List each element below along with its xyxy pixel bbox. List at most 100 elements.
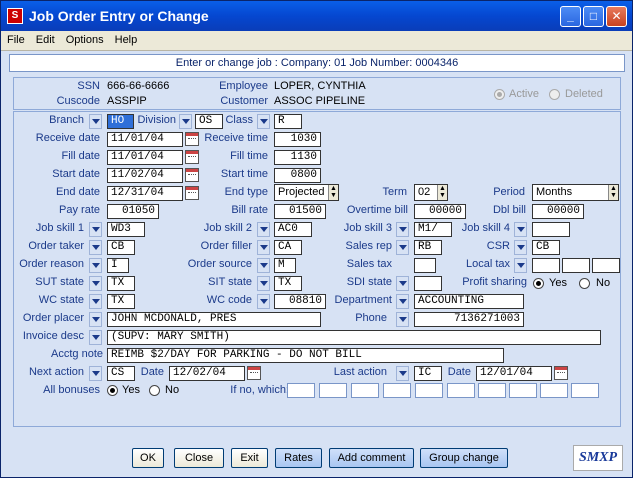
order-source-field[interactable]: M <box>274 258 296 273</box>
all-bonuses-no-radio[interactable] <box>149 385 160 396</box>
receive-date-calendar-icon[interactable] <box>185 132 199 146</box>
end-type-select[interactable]: Projected ▲ ▼ <box>274 184 339 201</box>
order-filler-field[interactable]: CA <box>274 240 302 255</box>
spinner-icon[interactable]: ▲ ▼ <box>608 185 618 200</box>
pay-rate-field[interactable]: 01050 <box>107 204 159 219</box>
job-skill4-field[interactable] <box>532 222 570 237</box>
menu-file[interactable]: File <box>1 31 30 46</box>
last-action-field[interactable]: IC <box>414 366 442 381</box>
start-date-calendar-icon[interactable] <box>185 168 199 182</box>
phone-dropdown[interactable] <box>396 312 409 327</box>
menu-edit[interactable]: Edit <box>30 31 60 46</box>
bonus-field-2[interactable] <box>319 383 347 398</box>
profit-sharing-no-radio[interactable] <box>579 278 590 289</box>
period-select[interactable]: Months ▲ ▼ <box>532 184 619 201</box>
local-tax-field-3[interactable] <box>592 258 620 273</box>
menu-options[interactable]: Options <box>60 31 109 46</box>
invoice-desc-field[interactable]: (SUPV: MARY SMITH) <box>107 330 601 345</box>
ok-button[interactable]: OK <box>132 448 164 468</box>
dbl-bill-field[interactable]: 00000 <box>532 204 584 219</box>
division-dropdown[interactable] <box>179 114 192 129</box>
bonus-field-5[interactable] <box>415 383 443 398</box>
wc-state-field[interactable]: TX <box>107 294 135 309</box>
local-tax-dropdown[interactable] <box>514 258 527 273</box>
bonus-field-4[interactable] <box>383 383 411 398</box>
order-taker-dropdown[interactable] <box>89 240 102 255</box>
active-radio[interactable] <box>494 89 505 100</box>
division-field[interactable]: OS <box>195 114 223 129</box>
start-time-field[interactable]: 0800 <box>274 168 321 183</box>
last-date-calendar-icon[interactable] <box>554 366 568 380</box>
class-field[interactable]: R <box>274 114 302 129</box>
job-skill2-dropdown[interactable] <box>257 222 270 237</box>
spinner-icon[interactable]: ▲ ▼ <box>328 185 338 200</box>
sdi-state-field[interactable] <box>414 276 442 291</box>
last-action-dropdown[interactable] <box>396 366 409 381</box>
close-button[interactable]: Close <box>174 448 224 468</box>
department-dropdown[interactable] <box>396 294 409 309</box>
all-bonuses-yes-radio[interactable] <box>107 385 118 396</box>
csr-dropdown[interactable] <box>514 240 527 255</box>
bonus-field-10[interactable] <box>571 383 599 398</box>
next-date-calendar-icon[interactable] <box>247 366 261 380</box>
local-tax-field-1[interactable] <box>532 258 560 273</box>
sut-state-dropdown[interactable] <box>89 276 102 291</box>
sit-state-field[interactable]: TX <box>274 276 302 291</box>
job-skill1-field[interactable]: WD3 <box>107 222 145 237</box>
bonus-field-6[interactable] <box>447 383 475 398</box>
order-placer-dropdown[interactable] <box>89 312 102 327</box>
sut-state-field[interactable]: TX <box>107 276 135 291</box>
bill-rate-field[interactable]: 01500 <box>274 204 326 219</box>
branch-dropdown[interactable] <box>89 114 102 129</box>
group-change-button[interactable]: Group change <box>420 448 508 468</box>
csr-field[interactable]: CB <box>532 240 560 255</box>
deleted-radio[interactable] <box>549 89 560 100</box>
bonus-field-3[interactable] <box>351 383 379 398</box>
invoice-desc-dropdown[interactable] <box>89 330 102 345</box>
job-skill3-field[interactable]: M1/ <box>414 222 452 237</box>
wc-code-field[interactable]: 08810 <box>274 294 326 309</box>
department-field[interactable]: ACCOUNTING <box>414 294 524 309</box>
end-date-field[interactable]: 12/31/04 <box>107 186 183 201</box>
job-skill4-dropdown[interactable] <box>514 222 527 237</box>
bonus-field-9[interactable] <box>540 383 568 398</box>
menu-help[interactable]: Help <box>109 31 143 46</box>
job-skill3-dropdown[interactable] <box>396 222 409 237</box>
order-source-dropdown[interactable] <box>257 258 270 273</box>
rates-button[interactable]: Rates <box>275 448 322 468</box>
close-window-button[interactable]: ✕ <box>606 6 627 27</box>
order-filler-dropdown[interactable] <box>257 240 270 255</box>
job-skill1-dropdown[interactable] <box>89 222 102 237</box>
end-date-calendar-icon[interactable] <box>185 186 199 200</box>
minimize-button[interactable]: _ <box>560 6 581 27</box>
bonus-field-7[interactable] <box>478 383 506 398</box>
acctg-note-field[interactable]: REIMB $2/DAY FOR PARKING - DO NOT BILL <box>107 348 504 363</box>
term-spinner[interactable]: 02 ▲ ▼ <box>414 184 448 201</box>
order-placer-field[interactable]: JOHN MCDONALD, PRES <box>107 312 321 327</box>
sales-tax-field[interactable] <box>414 258 436 273</box>
sales-rep-field[interactable]: RB <box>414 240 442 255</box>
sales-rep-dropdown[interactable] <box>396 240 409 255</box>
fill-date-field[interactable]: 11/01/04 <box>107 150 183 165</box>
next-action-dropdown[interactable] <box>89 366 102 381</box>
receive-time-field[interactable]: 1030 <box>274 132 321 147</box>
phone-field[interactable]: 7136271003 <box>414 312 524 327</box>
profit-sharing-yes-radio[interactable] <box>533 278 544 289</box>
last-date-field[interactable]: 12/01/04 <box>476 366 552 381</box>
local-tax-field-2[interactable] <box>562 258 590 273</box>
class-dropdown[interactable] <box>257 114 270 129</box>
wc-code-dropdown[interactable] <box>257 294 270 309</box>
next-date-field[interactable]: 12/02/04 <box>169 366 245 381</box>
order-reason-dropdown[interactable] <box>89 258 102 273</box>
bonus-field-8[interactable] <box>509 383 537 398</box>
next-action-field[interactable]: CS <box>107 366 135 381</box>
fill-time-field[interactable]: 1130 <box>274 150 321 165</box>
overtime-bill-field[interactable]: 00000 <box>414 204 466 219</box>
spinner-icon[interactable]: ▲ ▼ <box>437 185 447 200</box>
receive-date-field[interactable]: 11/01/04 <box>107 132 183 147</box>
sdi-state-dropdown[interactable] <box>396 276 409 291</box>
fill-date-calendar-icon[interactable] <box>185 150 199 164</box>
branch-field[interactable]: HO <box>107 114 134 129</box>
wc-state-dropdown[interactable] <box>89 294 102 309</box>
add-comment-button[interactable]: Add comment <box>329 448 414 468</box>
